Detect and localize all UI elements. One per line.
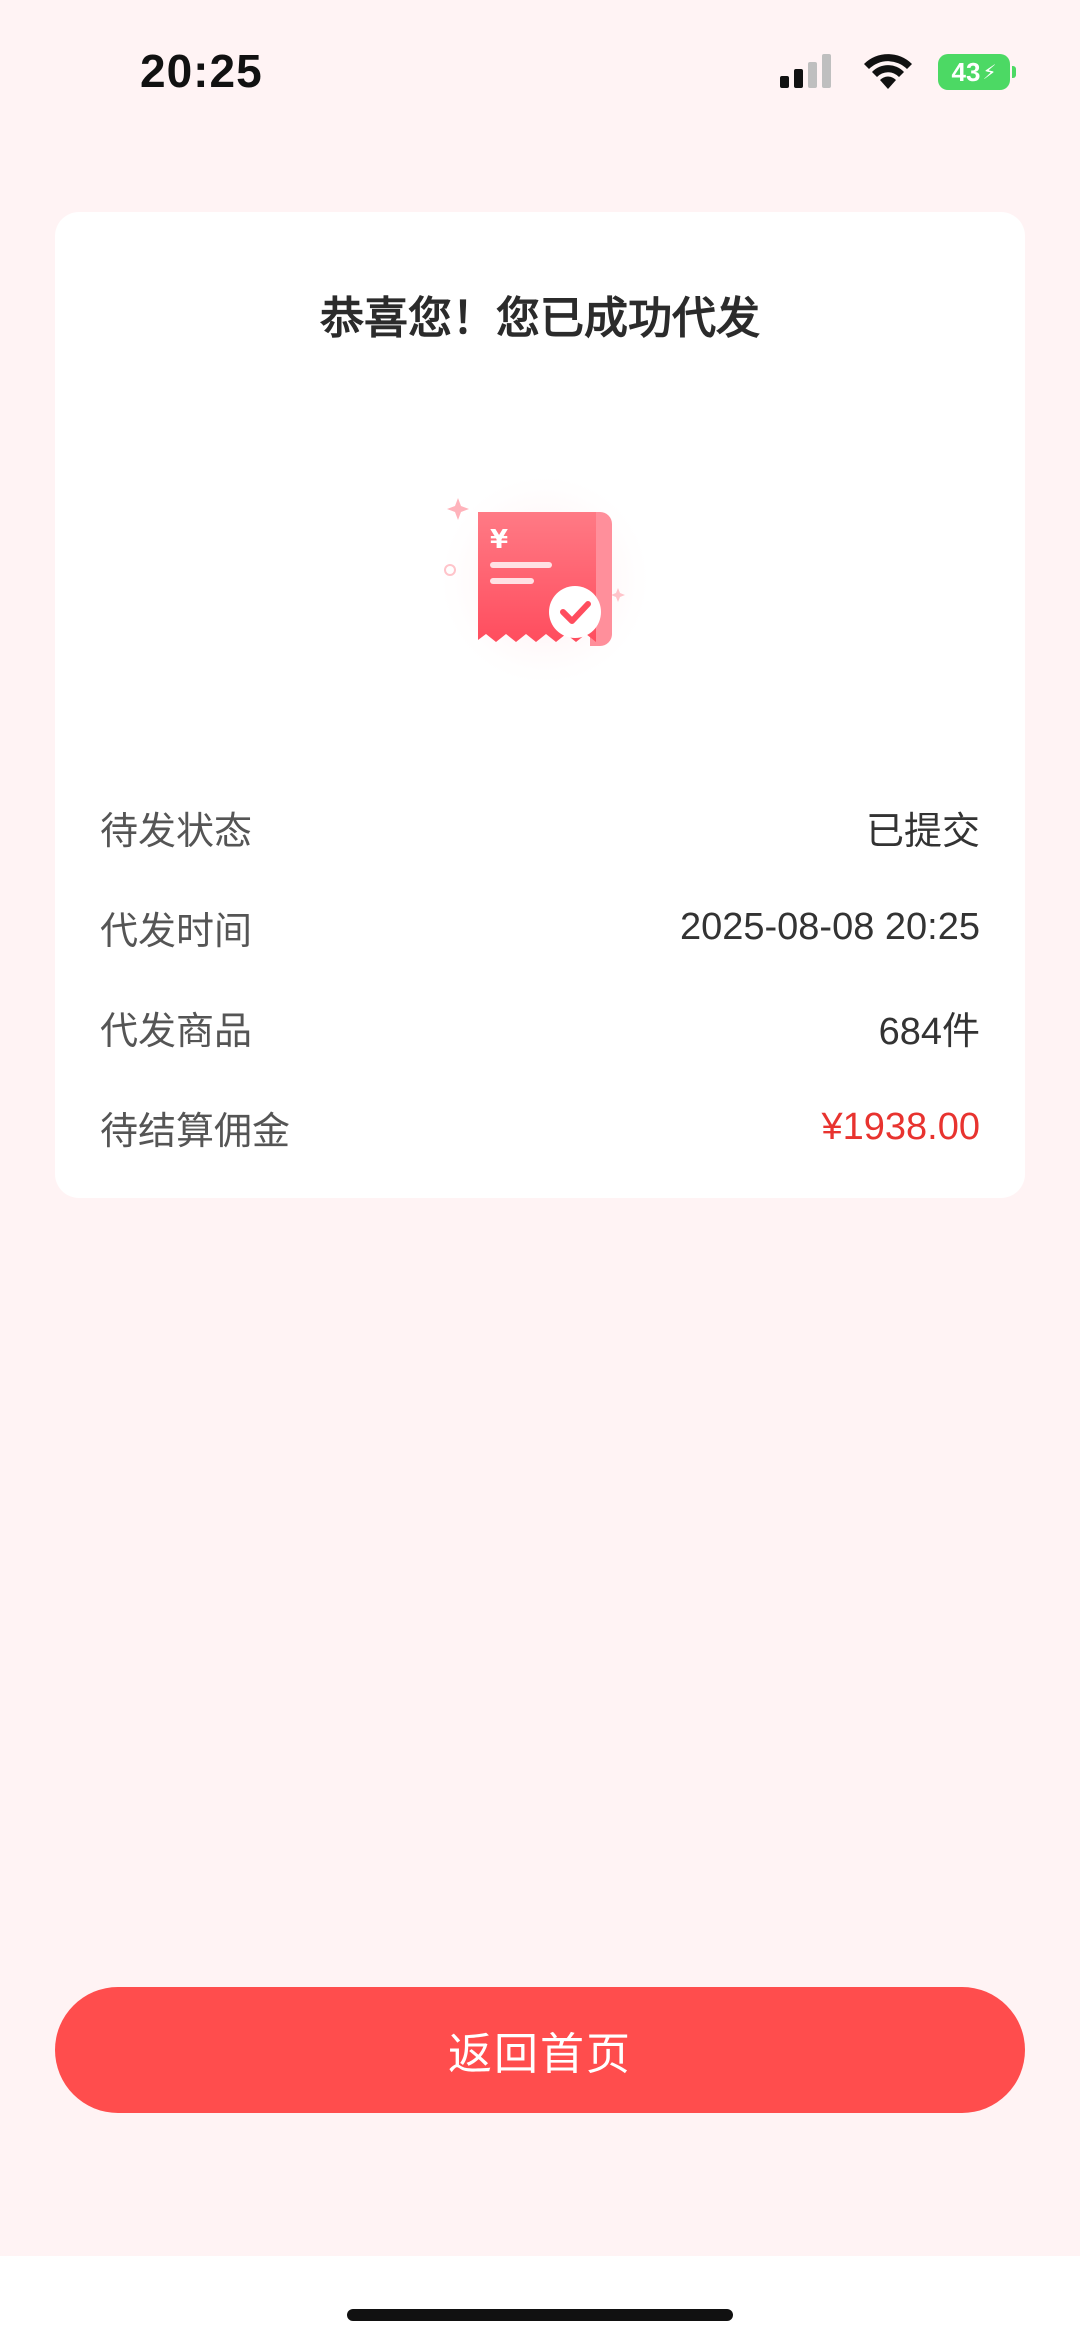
goods-value: 684件 <box>878 1010 980 1053</box>
commission-label: 待结算佣金 <box>100 1108 291 1153</box>
goods-label: 代发商品 <box>100 1008 253 1053</box>
bottom-bar <box>0 2256 1080 2341</box>
time-value: 2025-08-08 20:25 <box>679 905 980 948</box>
info-row-time: 代发时间 2025-08-08 20:25 <box>100 897 980 957</box>
receipt-success-icon: ¥ <box>440 475 650 685</box>
battery-nub <box>1012 66 1016 78</box>
battery-icon: 43 ⚡ <box>938 54 1016 90</box>
info-row-status: 待发状态 已提交 <box>100 797 980 857</box>
time-label: 代发时间 <box>100 908 253 953</box>
status-label: 待发状态 <box>100 808 253 853</box>
charging-bolt-icon: ⚡ <box>982 60 997 84</box>
battery-level: 43 <box>951 56 981 87</box>
status-value: 已提交 <box>865 810 980 853</box>
status-bar: 20:25 43 ⚡ <box>0 0 1080 150</box>
signal-icon <box>780 54 831 88</box>
info-row-commission: 待结算佣金 ¥1938.00 <box>100 1097 980 1157</box>
home-indicator[interactable] <box>347 2309 733 2321</box>
info-row-goods: 代发商品 684件 <box>100 997 980 1057</box>
wifi-icon <box>864 54 912 89</box>
return-home-button[interactable]: 返回首页 <box>55 1987 1025 2113</box>
page-title: 恭喜您！您已成功代发 <box>320 293 760 344</box>
status-time: 20:25 <box>140 45 263 97</box>
illustration-symbol: ¥ <box>490 525 508 555</box>
commission-value: ¥1938.00 <box>821 1105 981 1148</box>
status-icons: 43 ⚡ <box>780 52 1016 92</box>
